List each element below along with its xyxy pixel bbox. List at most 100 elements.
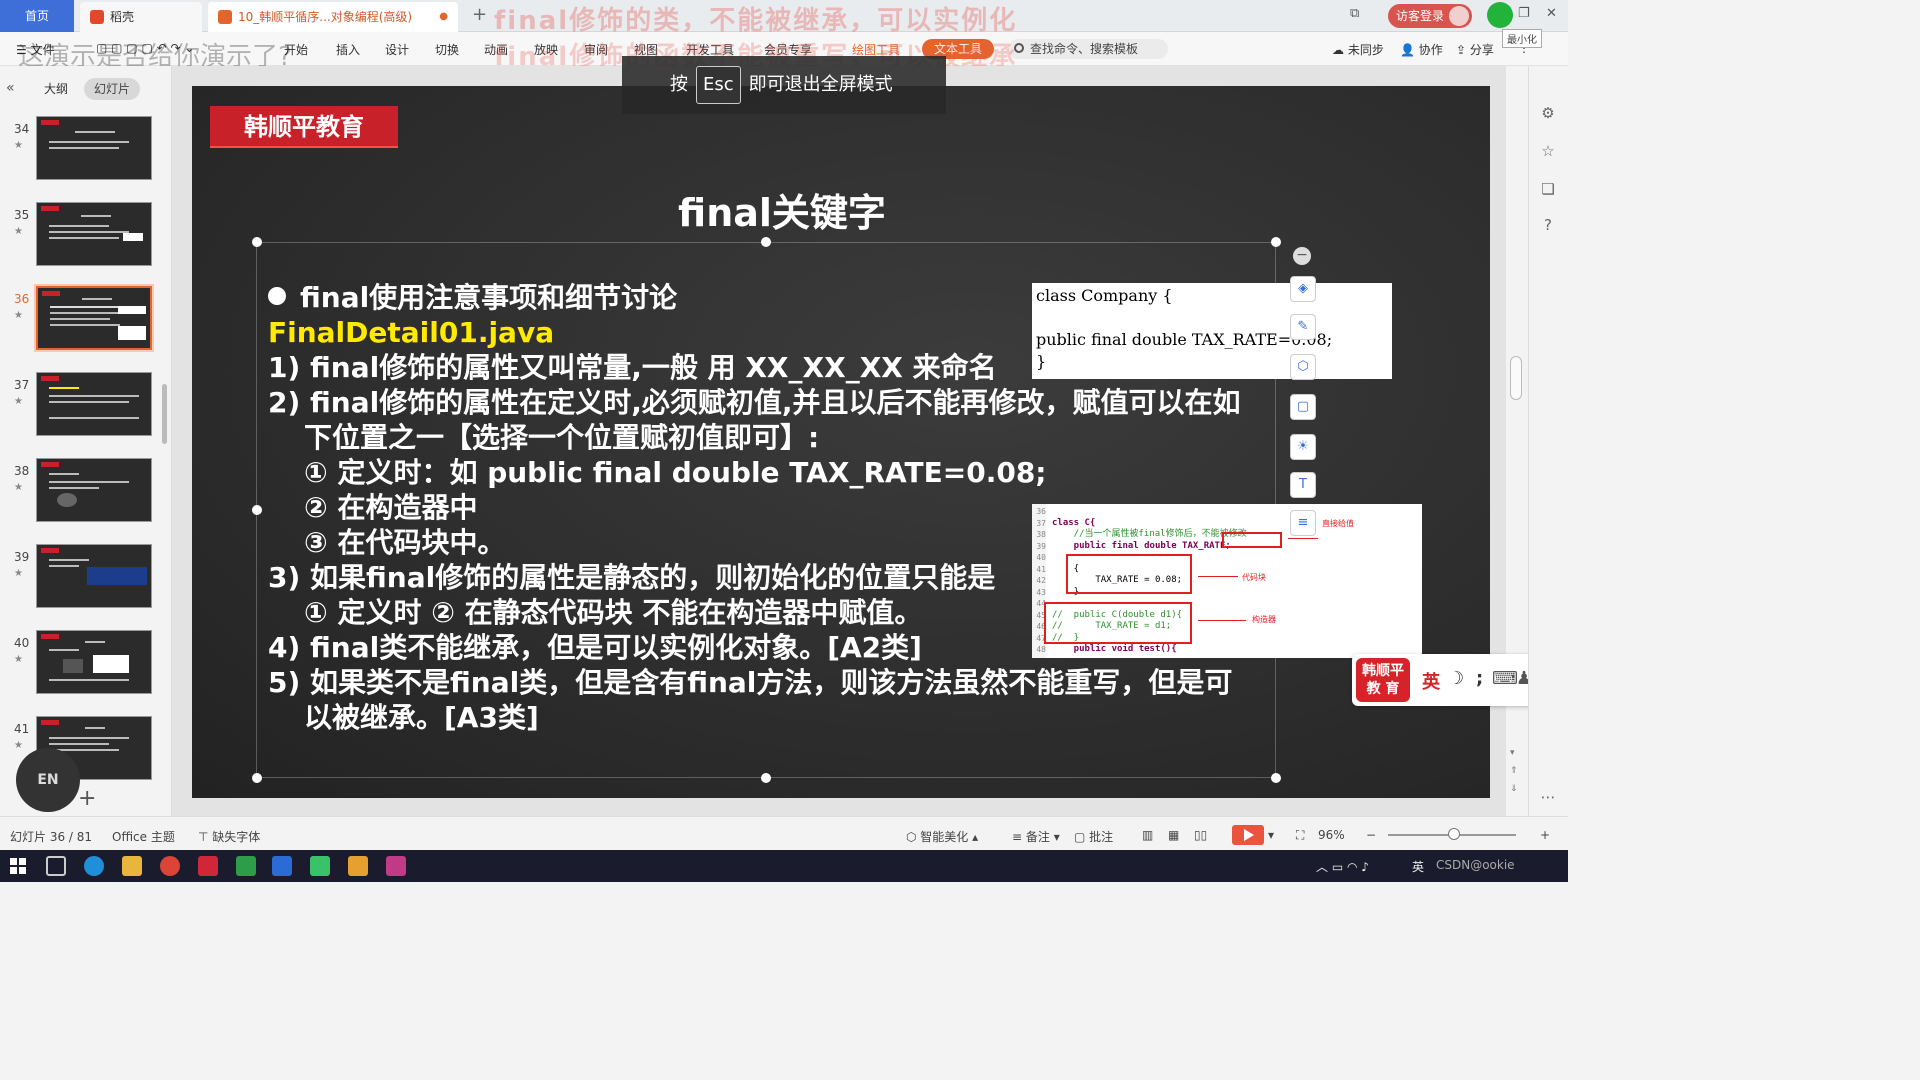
star-icon[interactable]: ☆ [1539, 142, 1557, 160]
slide-thumbnail[interactable] [36, 630, 152, 694]
properties-icon[interactable]: ⚙ [1539, 104, 1557, 122]
code-snippet-company[interactable]: class Company { public final double TAX_… [1032, 283, 1392, 379]
slide-thumbnail[interactable] [36, 372, 152, 436]
comments-label: 批注 [1089, 830, 1114, 844]
resize-handle[interactable] [761, 237, 771, 247]
next-slide-icon[interactable]: ⇓ [1510, 784, 1518, 794]
slide-vertical-scrollbar[interactable] [1510, 356, 1522, 400]
slide-thumbnail[interactable] [36, 116, 152, 180]
help-icon[interactable]: ? [1539, 216, 1557, 234]
smart-beautify-button[interactable]: ⬡ 智能美化 ▴ [906, 828, 978, 845]
zoom-slider-knob[interactable] [1448, 828, 1460, 840]
fit-window-icon[interactable]: ⛶ [1296, 828, 1304, 843]
input-lang-indicator[interactable]: 英 [1412, 858, 1424, 875]
missing-font-label: 缺失字体 [212, 830, 261, 844]
guest-login-button[interactable]: 访客登录 [1388, 4, 1472, 28]
collapse-panel-icon[interactable]: « [6, 80, 15, 96]
pen-icon[interactable]: ✎ [1290, 314, 1316, 340]
tab-presentation[interactable]: 10_韩顺平循序...对象编程(高级) ● [208, 2, 458, 32]
normal-view-icon[interactable]: ▥ [1142, 828, 1153, 842]
chrome-icon[interactable] [160, 856, 180, 876]
comments-button[interactable]: ▢ 批注 [1074, 828, 1113, 845]
tab-slides[interactable]: 幻灯片 [84, 78, 140, 100]
reading-view-icon[interactable]: ▯▯ [1194, 828, 1207, 842]
menu-transition[interactable]: 切换 [435, 41, 459, 58]
notes-button[interactable]: ≡ 备注 ▾ [1012, 828, 1060, 845]
avatar [1449, 6, 1469, 26]
close-icon[interactable]: ✕ [1546, 6, 1557, 21]
tab-outline[interactable]: 大纲 [44, 80, 68, 97]
collab-button[interactable]: 👤 协作 [1400, 41, 1443, 58]
punctuation-icon[interactable]: ; [1476, 668, 1483, 689]
slides-icon[interactable]: ❏ [1539, 180, 1557, 198]
en-app-icon[interactable] [236, 856, 256, 876]
resize-handle[interactable] [252, 237, 262, 247]
missing-font-button[interactable]: ⊤ 缺失字体 [198, 828, 260, 845]
tray-icons[interactable]: ︿ ▭ ◠ ♪ [1316, 858, 1369, 875]
ime-logo-line1: 韩顺平 [1362, 663, 1404, 679]
add-slide-button[interactable]: + [78, 786, 96, 811]
text-format-icon[interactable]: T [1290, 472, 1316, 498]
prev-slide-icon[interactable]: ⇑ [1510, 766, 1518, 776]
new-tab-button[interactable]: + [472, 4, 487, 25]
slide-thumbnail[interactable] [36, 202, 152, 266]
lightbulb-icon[interactable]: ☀ [1290, 434, 1316, 460]
thumb-number-current: 36 [14, 292, 30, 306]
keyboard-icon[interactable]: ⌨ [1492, 668, 1518, 689]
play-slideshow-button[interactable] [1232, 825, 1264, 845]
grid-view-icon[interactable]: ▦ [1168, 828, 1179, 842]
en-language-button[interactable]: EN [16, 748, 80, 812]
file-explorer-icon[interactable] [122, 856, 142, 876]
slide-thumbnail[interactable] [36, 544, 152, 608]
xmind-icon[interactable] [198, 856, 218, 876]
notepad-icon[interactable] [348, 856, 368, 876]
minimize-button[interactable] [1487, 2, 1513, 28]
scroll-down-icon[interactable]: ▾ [1510, 748, 1515, 758]
edge-icon[interactable] [84, 856, 104, 876]
code-line: public final double TAX_RATE=0.08; [1036, 330, 1333, 349]
menu-insert[interactable]: 插入 [336, 41, 360, 58]
terminal-icon[interactable] [310, 856, 330, 876]
animation-star-icon: ★ [14, 310, 23, 321]
share-button[interactable]: ⇪ 分享 [1456, 41, 1494, 58]
thumbnail-scrollbar[interactable] [162, 384, 167, 444]
code-screenshot-class-c[interactable]: 36 37 38 39 40 41 42 43 44 45 46 47 48 c… [1032, 504, 1422, 658]
sync-status[interactable]: ☁ 未同步 [1332, 41, 1384, 58]
ime-lang-toggle[interactable]: 英 [1422, 668, 1440, 694]
resize-handle[interactable] [252, 505, 262, 515]
slide-thumbnail[interactable] [36, 458, 152, 522]
collapse-toolbar-icon[interactable]: − [1293, 247, 1311, 265]
zoom-in-icon[interactable]: + [1540, 828, 1550, 842]
zoom-out-icon[interactable]: − [1366, 828, 1376, 842]
collab-label: 协作 [1418, 43, 1443, 57]
resize-handle[interactable] [252, 773, 262, 783]
task-view-icon[interactable] [46, 856, 66, 876]
play-options-icon[interactable]: ▾ [1268, 828, 1274, 842]
intellij-icon[interactable] [386, 856, 406, 876]
tab-docer[interactable]: 稻壳 [80, 2, 202, 32]
esc-hint-prefix: 按 [670, 74, 688, 95]
tab-home[interactable]: 首页 [0, 0, 74, 32]
resize-handle[interactable] [761, 773, 771, 783]
text-align-icon[interactable]: ≡ [1290, 510, 1316, 536]
layers-icon[interactable]: ◈ [1290, 276, 1316, 302]
slide-title[interactable]: final关键字 [492, 182, 1072, 237]
resize-handle[interactable] [1271, 773, 1281, 783]
wps-icon[interactable] [272, 856, 292, 876]
fill-bucket-icon[interactable]: ⬡ [1290, 354, 1316, 380]
theme-name[interactable]: Office 主题 [112, 828, 175, 845]
search-command-input[interactable]: 查找命令、搜索模板 [1008, 39, 1168, 59]
menu-design[interactable]: 设计 [385, 41, 409, 58]
notes-label: 备注 [1025, 830, 1050, 844]
slide-thumbnail-current[interactable] [34, 284, 154, 352]
outline-icon[interactable]: ▢ [1290, 394, 1316, 420]
windows-start-icon[interactable] [10, 858, 26, 874]
zoom-level[interactable]: 96% [1318, 828, 1345, 842]
resize-handle[interactable] [1271, 237, 1281, 247]
more-icon[interactable]: ⋯ [1539, 788, 1557, 806]
restore-icon[interactable]: ❐ [1518, 6, 1530, 21]
moon-icon[interactable]: ☽ [1448, 668, 1464, 689]
share-label: 分享 [1469, 43, 1494, 57]
window-layout-icon[interactable]: ⧉ [1350, 6, 1359, 21]
